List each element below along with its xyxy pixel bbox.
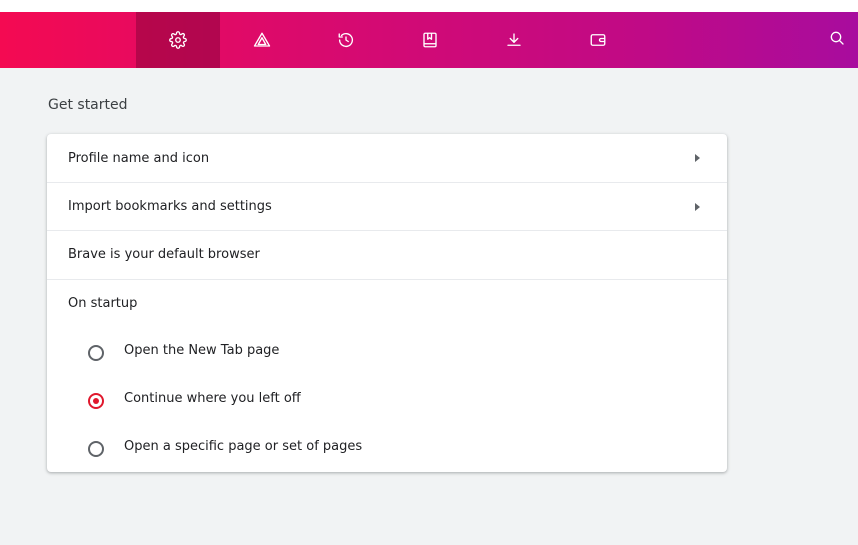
radio-label: Open the New Tab page [124, 343, 280, 358]
brave-shields-icon [253, 31, 271, 49]
tab-wallet[interactable] [556, 12, 640, 68]
row-label: Import bookmarks and settings [68, 199, 272, 214]
downloads-icon [505, 31, 523, 49]
tab-shields[interactable] [220, 12, 304, 68]
settings-toolbar [0, 12, 858, 68]
tab-history[interactable] [304, 12, 388, 68]
startup-option-new-tab[interactable]: Open the New Tab page [47, 328, 727, 376]
section-title: Get started [48, 97, 128, 113]
row-label: Profile name and icon [68, 150, 210, 166]
row-label: Brave is your default browser [68, 247, 260, 262]
chevron-right-icon [695, 203, 700, 211]
history-icon [337, 31, 355, 49]
row-label: On startup [68, 296, 138, 311]
radio-button[interactable] [88, 345, 104, 361]
startup-option-continue[interactable]: Continue where you left off [47, 376, 727, 424]
search-icon [829, 30, 845, 50]
tab-bookmarks[interactable] [388, 12, 472, 68]
chevron-right-icon [695, 154, 700, 162]
default-browser-row: Brave is your default browser [47, 230, 727, 278]
get-started-card: Profile name and icon Import bookmarks a… [47, 134, 727, 472]
tab-downloads[interactable] [472, 12, 556, 68]
search-button[interactable] [816, 12, 858, 68]
gear-icon [169, 31, 187, 49]
radio-label: Open a specific page or set of pages [124, 439, 363, 454]
radio-button[interactable] [88, 441, 104, 457]
bookmarks-icon [421, 31, 439, 49]
radio-button-checked[interactable] [88, 393, 104, 409]
top-window-strip [0, 0, 858, 12]
profile-name-and-icon-row[interactable]: Profile name and icon [47, 134, 727, 182]
on-startup-row: On startup [47, 279, 727, 327]
radio-label: Continue where you left off [124, 391, 301, 406]
wallet-icon [589, 31, 607, 49]
tab-settings[interactable] [136, 12, 220, 68]
import-bookmarks-row[interactable]: Import bookmarks and settings [47, 182, 727, 230]
startup-option-specific-pages[interactable]: Open a specific page or set of pages [47, 424, 727, 472]
